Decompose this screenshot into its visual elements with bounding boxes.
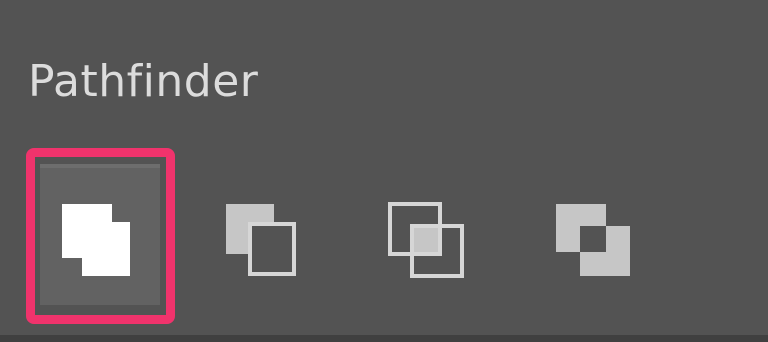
highlight-annotation	[26, 148, 175, 324]
intersect-button[interactable]	[372, 172, 492, 302]
pathfinder-panel: Pathfinder	[0, 0, 768, 342]
panel-bottom-divider	[0, 335, 768, 342]
minus-front-icon	[226, 204, 296, 276]
intersect-icon	[388, 202, 464, 278]
minus-front-button[interactable]	[206, 172, 326, 302]
panel-title: Pathfinder	[28, 56, 259, 107]
exclude-icon	[556, 204, 630, 276]
exclude-button[interactable]	[538, 172, 658, 302]
